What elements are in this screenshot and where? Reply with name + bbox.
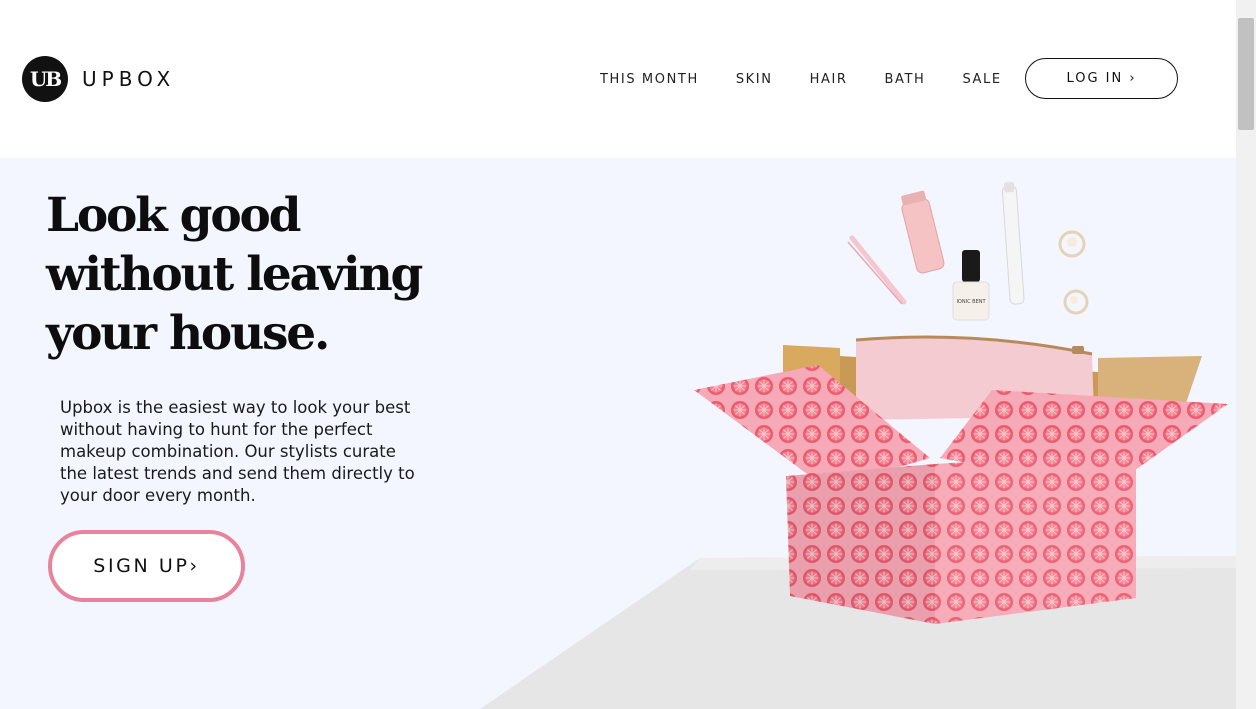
nav-item-skin[interactable]: SKIN	[736, 72, 773, 87]
earring-icon	[1063, 289, 1089, 315]
nail-polish-icon: IONIC BENT	[952, 250, 990, 321]
scrollbar-thumb[interactable]	[1238, 18, 1254, 130]
logo-wordmark: UPBOX	[82, 67, 176, 91]
tweezers-icon	[847, 235, 907, 305]
upbox-logo[interactable]: UB UPBOX	[22, 56, 175, 102]
headline-line-1: Look good	[46, 188, 301, 243]
main-nav: THIS MONTH SKIN HAIR BATH SALE	[600, 72, 1002, 87]
nail-polish-label: IONIC BENT	[956, 299, 986, 305]
serum-bottle-icon	[901, 190, 945, 274]
nav-item-hair[interactable]: HAIR	[810, 72, 848, 87]
hero-description: Upbox is the easiest way to look your be…	[60, 398, 415, 505]
perfume-vial-icon	[1001, 182, 1025, 305]
scrollbar[interactable]	[1236, 0, 1256, 709]
headline-line-3: your house.	[46, 306, 330, 361]
hero-headline: Look good without leaving your house.	[46, 186, 466, 363]
nav-item-sale[interactable]: SALE	[962, 72, 1001, 87]
product-box-illustration: IONIC BENT	[694, 182, 1228, 624]
headline-line-2: without leaving	[46, 247, 423, 302]
hero-section: Look good without leaving your house. Up…	[0, 158, 1236, 709]
ring-icon	[1058, 230, 1086, 258]
login-button[interactable]: LOG IN ›	[1025, 58, 1178, 99]
site-header: UB UPBOX THIS MONTH SKIN HAIR BATH SALE …	[0, 0, 1236, 158]
logo-badge: UB	[22, 56, 68, 102]
nav-item-bath[interactable]: BATH	[885, 72, 926, 87]
sign-up-button[interactable]: SIGN UP›	[48, 530, 245, 602]
nav-item-this-month[interactable]: THIS MONTH	[600, 72, 699, 87]
